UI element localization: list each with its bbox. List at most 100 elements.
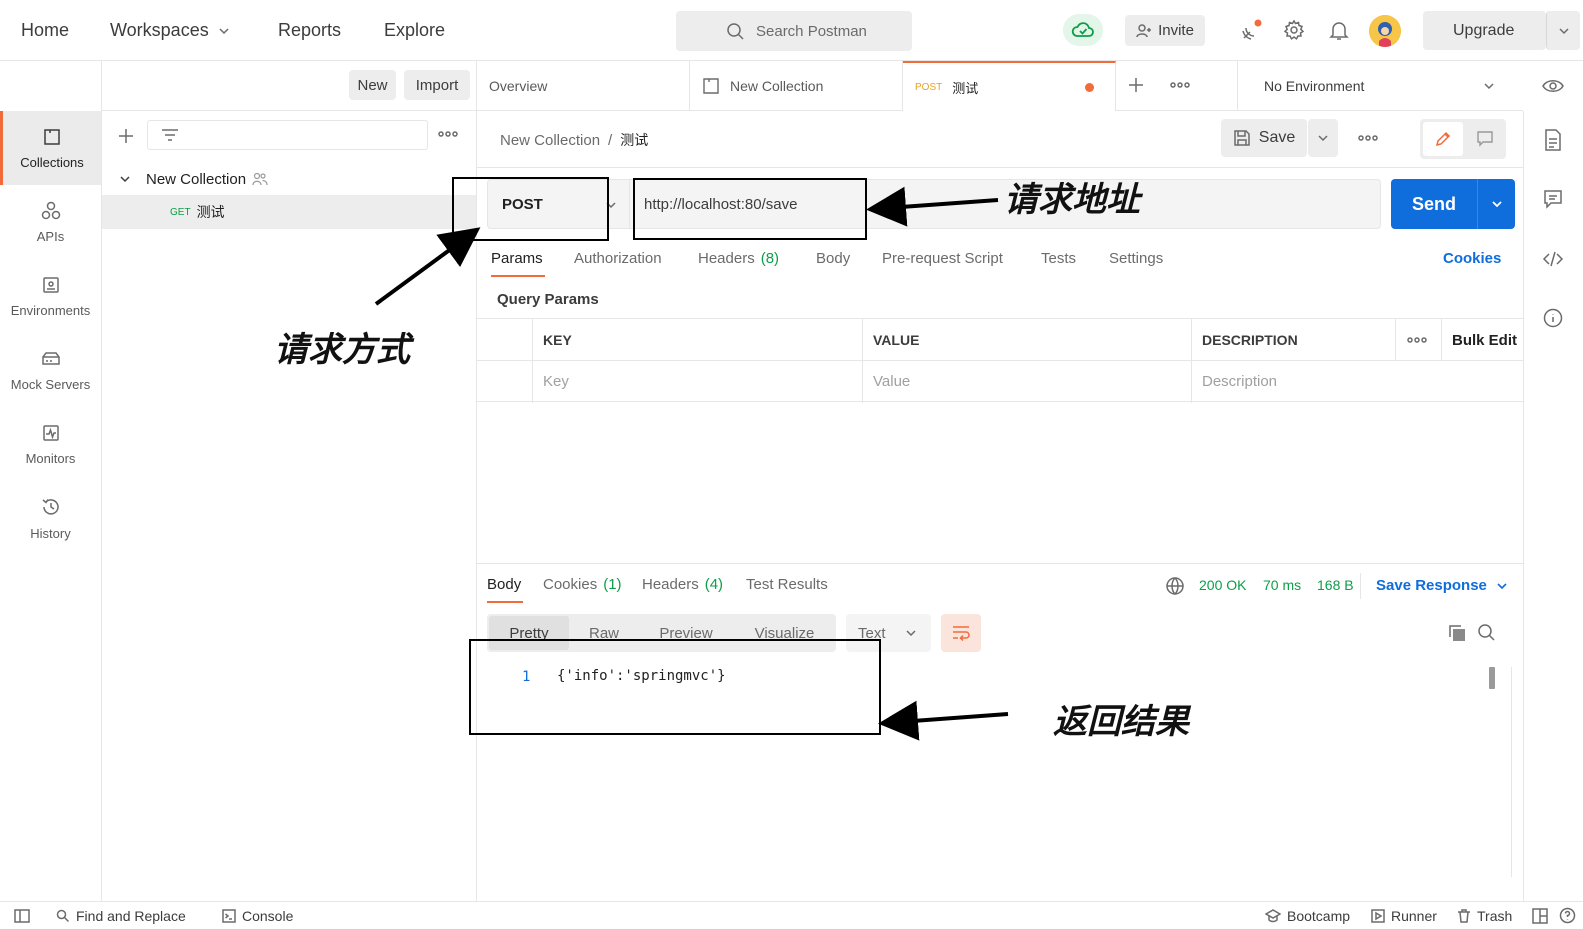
value-input[interactable]: Value: [873, 361, 910, 401]
chevron-down-icon: [219, 27, 229, 34]
graduation-cap-icon: [1265, 909, 1281, 923]
more-icon[interactable]: [1170, 82, 1190, 88]
tab-prerequest-script[interactable]: Pre-request Script: [882, 250, 1003, 267]
sync-status[interactable]: [1063, 14, 1103, 46]
rail-item-label: Monitors: [25, 450, 76, 466]
trash-label: Trash: [1477, 908, 1513, 924]
request-item[interactable]: GET 测试: [102, 195, 476, 229]
info-icon[interactable]: [1543, 308, 1563, 328]
runner-button[interactable]: Runner: [1371, 908, 1437, 924]
monitor-icon: [42, 424, 59, 441]
response-divider[interactable]: [477, 563, 1523, 564]
code-icon[interactable]: [1542, 251, 1564, 267]
wrap-lines-button[interactable]: [941, 614, 981, 652]
find-replace-button[interactable]: Find and Replace: [56, 908, 186, 924]
tab-headers[interactable]: Headers (8): [698, 250, 779, 267]
row-divider: [477, 360, 1523, 361]
tab-active-request[interactable]: POST 测试: [903, 61, 1116, 111]
send-button[interactable]: Send: [1391, 179, 1477, 229]
response-tab-body[interactable]: Body: [487, 576, 521, 593]
help-icon[interactable]: [1559, 907, 1576, 924]
console-button[interactable]: Console: [222, 908, 293, 924]
tab-params[interactable]: Params: [491, 250, 543, 267]
upgrade-dropdown-button[interactable]: [1546, 11, 1580, 50]
save-response-button[interactable]: Save Response: [1376, 577, 1509, 594]
environment-select[interactable]: No Environment: [1238, 61, 1506, 111]
nav-workspaces-label: Workspaces: [110, 20, 209, 40]
trash-button[interactable]: Trash: [1457, 908, 1512, 924]
server-icon: [41, 351, 60, 365]
search-input[interactable]: Search Postman: [676, 11, 912, 51]
copy-icon[interactable]: [1447, 623, 1467, 643]
response-tab-test-results[interactable]: Test Results: [746, 576, 828, 593]
tab-tests[interactable]: Tests: [1041, 250, 1076, 267]
tab-new-collection[interactable]: New Collection: [690, 61, 903, 111]
more-icon[interactable]: [1358, 135, 1378, 141]
tab-headers-count: (8): [760, 250, 780, 267]
description-input[interactable]: Description: [1202, 361, 1277, 401]
save-button[interactable]: Save: [1221, 119, 1307, 157]
more-icon[interactable]: [1407, 337, 1427, 343]
environment-quick-look[interactable]: [1523, 61, 1583, 111]
response-tab-headers[interactable]: Headers (4): [642, 576, 723, 593]
params-table: KEY VALUE DESCRIPTION Bulk Edit Key Valu…: [477, 318, 1523, 403]
tab-settings[interactable]: Settings: [1109, 250, 1163, 267]
layout-icon[interactable]: [1532, 908, 1548, 924]
bulk-edit-button[interactable]: Bulk Edit: [1452, 319, 1517, 361]
bell-icon[interactable]: [1328, 19, 1350, 41]
filter-input[interactable]: [147, 120, 428, 150]
scrollbar-thumb[interactable]: [1489, 667, 1495, 689]
rail-item-monitors[interactable]: Monitors: [0, 407, 101, 481]
chevron-down-icon: [1491, 201, 1502, 208]
response-tab-cookies[interactable]: Cookies (1): [543, 576, 622, 593]
rail-item-environments[interactable]: Environments: [0, 259, 101, 333]
rail-item-label: History: [30, 525, 71, 541]
rail-item-history[interactable]: History: [0, 481, 101, 555]
chevron-down-icon: [1318, 135, 1328, 142]
sidebar-toggle-icon[interactable]: [14, 908, 30, 924]
request-name: 测试: [196, 204, 225, 220]
upgrade-label: Upgrade: [1453, 21, 1515, 39]
plus-icon[interactable]: [117, 127, 135, 145]
send-dropdown-button[interactable]: [1477, 179, 1515, 229]
collections-icon: [703, 78, 719, 94]
tab-body[interactable]: Body: [816, 250, 850, 267]
edit-mode-button[interactable]: [1423, 122, 1463, 156]
avatar[interactable]: [1369, 15, 1401, 47]
breadcrumb-collection[interactable]: New Collection: [500, 132, 600, 149]
tab-authorization[interactable]: Authorization: [574, 250, 662, 267]
rail-item-mock-servers[interactable]: Mock Servers: [0, 333, 101, 407]
rail-item-apis[interactable]: APIs: [0, 185, 101, 259]
plus-icon[interactable]: [1127, 76, 1145, 94]
response-time[interactable]: 70 ms: [1263, 577, 1301, 593]
nav-workspaces[interactable]: Workspaces: [110, 20, 231, 41]
document-icon[interactable]: [1544, 129, 1562, 151]
cookies-link[interactable]: Cookies: [1443, 250, 1501, 267]
invite-button[interactable]: Invite: [1125, 15, 1205, 46]
collection-item[interactable]: New Collection: [118, 167, 268, 191]
search-icon[interactable]: [1477, 623, 1497, 643]
response-status[interactable]: 200 OK: [1199, 577, 1246, 593]
import-button[interactable]: Import: [404, 70, 470, 100]
tab-overview[interactable]: Overview: [477, 61, 690, 111]
key-input[interactable]: Key: [543, 361, 569, 401]
response-size[interactable]: 168 B: [1317, 577, 1354, 593]
nav-home[interactable]: Home: [21, 20, 69, 41]
satellite-icon[interactable]: [1240, 18, 1264, 42]
response-tab-headers-count: (4): [704, 576, 724, 593]
status-bar: Find and Replace Console Bootcamp Runner…: [0, 901, 1583, 929]
nav-reports[interactable]: Reports: [278, 20, 341, 41]
comment-mode-button[interactable]: [1466, 122, 1504, 156]
comment-icon[interactable]: [1543, 189, 1563, 209]
globe-icon[interactable]: [1165, 576, 1185, 596]
rail-item-collections[interactable]: Collections: [0, 111, 101, 185]
save-dropdown-button[interactable]: [1308, 119, 1338, 157]
nav-explore[interactable]: Explore: [384, 20, 445, 41]
new-button[interactable]: New: [349, 70, 396, 100]
upgrade-button[interactable]: Upgrade: [1423, 11, 1546, 50]
bootcamp-button[interactable]: Bootcamp: [1265, 908, 1350, 924]
gear-icon[interactable]: [1283, 19, 1305, 41]
more-icon[interactable]: [438, 131, 458, 137]
console-icon: [222, 909, 236, 923]
breadcrumb-request[interactable]: 测试: [620, 130, 648, 150]
